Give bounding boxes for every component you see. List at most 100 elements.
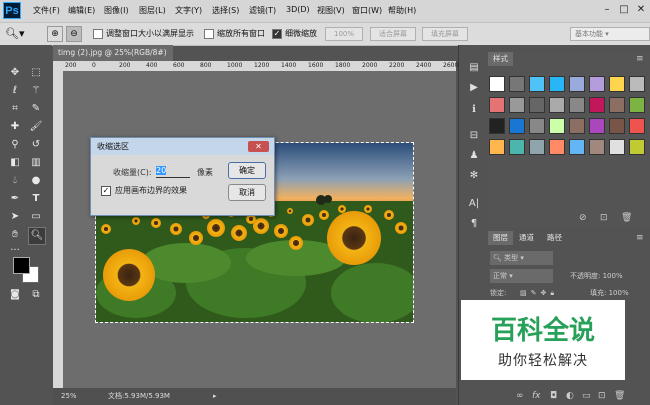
history-brush-icon[interactable]: ↺ xyxy=(28,137,44,153)
zoom-tool-preset-icon[interactable]: 🔍︎▾ xyxy=(5,26,25,41)
lasso-tool-icon[interactable]: ℓ xyxy=(7,83,23,99)
delete-style-icon[interactable]: 🗑︎ xyxy=(621,213,632,223)
ok-button[interactable]: 确定 xyxy=(228,162,266,179)
menu-help[interactable]: 帮助(H) xyxy=(388,5,416,16)
contract-amount-input[interactable]: 20 xyxy=(156,166,190,178)
clear-style-icon[interactable]: ⊘ xyxy=(579,213,587,223)
close-button[interactable]: ✕ xyxy=(634,4,648,16)
menu-select[interactable]: 选择(S) xyxy=(212,5,239,16)
group-icon[interactable]: ▭ xyxy=(582,387,591,405)
fill-control[interactable]: 填充: 100% xyxy=(590,286,629,300)
apply-edge-checkbox[interactable]: ✓ xyxy=(101,186,111,196)
layers-menu-icon[interactable]: ≡ xyxy=(636,233,644,243)
style-swatch[interactable] xyxy=(629,76,645,92)
layer-comps-icon[interactable]: ⊟ xyxy=(467,129,481,143)
style-swatch[interactable] xyxy=(569,76,585,92)
menu-window[interactable]: 窗口(W) xyxy=(352,5,382,16)
blur-icon[interactable]: 💧︎ xyxy=(7,173,23,189)
style-swatch[interactable] xyxy=(529,139,545,155)
delete-layer-icon[interactable]: 🗑︎ xyxy=(614,387,625,405)
hand-icon[interactable]: ✋︎ xyxy=(7,227,23,243)
style-swatch[interactable] xyxy=(609,139,625,155)
character-icon[interactable]: A| xyxy=(467,197,481,211)
clone-source-icon[interactable]: ✻ xyxy=(467,169,481,183)
info-icon[interactable]: ℹ xyxy=(467,103,481,117)
foreground-color-top[interactable] xyxy=(13,257,30,274)
maximize-button[interactable]: □ xyxy=(617,4,631,16)
style-swatch[interactable] xyxy=(529,97,545,113)
zoom-level[interactable]: 25% xyxy=(61,388,77,405)
paragraph-icon[interactable]: ¶ xyxy=(467,217,481,231)
style-swatch[interactable] xyxy=(569,118,585,134)
brush-icon[interactable]: 🖌︎ xyxy=(28,119,44,135)
fit-screen-button[interactable]: 适合屏幕 xyxy=(370,27,416,41)
eyedropper-icon[interactable]: ✎ xyxy=(28,101,44,117)
tab-layers[interactable]: 图层 xyxy=(488,231,513,245)
style-swatch[interactable] xyxy=(589,139,605,155)
tab-styles[interactable]: 样式 xyxy=(488,52,513,66)
opacity-control[interactable]: 不透明度: 100% xyxy=(570,269,623,283)
new-layer-icon[interactable]: ⊡ xyxy=(598,387,606,405)
brush-presets-icon[interactable]: ♟ xyxy=(467,149,481,163)
checkbox-box[interactable] xyxy=(93,28,103,39)
zoom-in-icon[interactable]: ⊕ xyxy=(47,26,63,42)
style-swatch[interactable] xyxy=(489,76,505,92)
histogram-icon[interactable]: ▤ xyxy=(467,61,481,75)
fx-icon[interactable]: fx xyxy=(532,387,541,405)
eraser-icon[interactable]: ◧ xyxy=(7,155,23,171)
style-swatch[interactable] xyxy=(509,139,525,155)
clone-stamp-icon[interactable]: ⚲ xyxy=(7,137,23,153)
quick-mask-icon[interactable]: ◙ xyxy=(7,287,23,303)
new-style-icon[interactable]: ⊡ xyxy=(600,213,608,223)
minimize-button[interactable]: – xyxy=(600,4,614,16)
style-swatch[interactable] xyxy=(509,76,525,92)
workspace-select[interactable]: 基本功能 ▾ xyxy=(570,27,650,41)
resize-windows-checkbox[interactable]: 调整窗口大小以满屏显示 xyxy=(93,26,194,41)
style-swatch[interactable] xyxy=(549,76,565,92)
zoom-100-button[interactable]: 100% xyxy=(325,27,363,41)
adjustment-layer-icon[interactable]: ◐ xyxy=(566,387,574,405)
style-swatch[interactable] xyxy=(589,118,605,134)
add-mask-icon[interactable]: ◘ xyxy=(550,387,557,405)
zoom-all-checkbox[interactable]: 缩放所有窗口 xyxy=(204,26,265,41)
style-swatch[interactable] xyxy=(629,139,645,155)
pen-icon[interactable]: ✒ xyxy=(7,191,23,207)
checkbox-box-checked[interactable]: ✓ xyxy=(272,28,282,39)
document-tab[interactable]: timg (2).jpg @ 25%(RGB/8#) × xyxy=(53,45,173,73)
cancel-button[interactable]: 取消 xyxy=(228,184,266,201)
style-swatch[interactable] xyxy=(529,118,545,134)
style-swatch[interactable] xyxy=(549,139,565,155)
style-swatch[interactable] xyxy=(489,97,505,113)
style-swatch[interactable] xyxy=(509,97,525,113)
menu-type[interactable]: 文字(Y) xyxy=(175,5,202,16)
fill-screen-button[interactable]: 填充屏幕 xyxy=(422,27,468,41)
style-swatch[interactable] xyxy=(609,76,625,92)
scrubby-zoom-checkbox[interactable]: ✓ 细微缩放 xyxy=(272,26,317,41)
tab-paths[interactable]: 路径 xyxy=(542,231,567,245)
style-swatch[interactable] xyxy=(629,118,645,134)
menu-view[interactable]: 视图(V) xyxy=(317,5,345,16)
zoom-out-icon[interactable]: ⊖ xyxy=(66,26,82,42)
dialog-titlebar[interactable]: 收缩选区 xyxy=(91,138,274,155)
screen-mode-icon[interactable]: ⧉ xyxy=(28,287,44,303)
marquee-tool-icon[interactable]: ⬚ xyxy=(28,65,44,81)
checkbox-box[interactable] xyxy=(204,28,214,39)
zoom-icon[interactable]: 🔍︎ xyxy=(28,227,46,245)
style-swatch[interactable] xyxy=(549,97,565,113)
menu-file[interactable]: 文件(F) xyxy=(33,5,60,16)
dialog-close-button[interactable]: ✕ xyxy=(248,141,269,152)
style-swatch[interactable] xyxy=(589,97,605,113)
type-icon[interactable]: T xyxy=(28,191,44,207)
status-arrow-icon[interactable]: ▸ xyxy=(213,388,217,405)
lock-icons[interactable]: ▨✎✥🔒︎ xyxy=(520,286,558,300)
healing-brush-icon[interactable]: ✚ xyxy=(7,119,23,135)
style-swatch[interactable] xyxy=(569,97,585,113)
magic-wand-icon[interactable]: ⚚ xyxy=(28,83,44,99)
style-swatch[interactable] xyxy=(549,118,565,134)
style-swatch[interactable] xyxy=(509,118,525,134)
style-swatch[interactable] xyxy=(629,97,645,113)
menu-image[interactable]: 图像(I) xyxy=(104,5,129,16)
style-swatch[interactable] xyxy=(569,139,585,155)
style-swatch[interactable] xyxy=(529,76,545,92)
link-layers-icon[interactable]: ∞ xyxy=(516,387,524,405)
